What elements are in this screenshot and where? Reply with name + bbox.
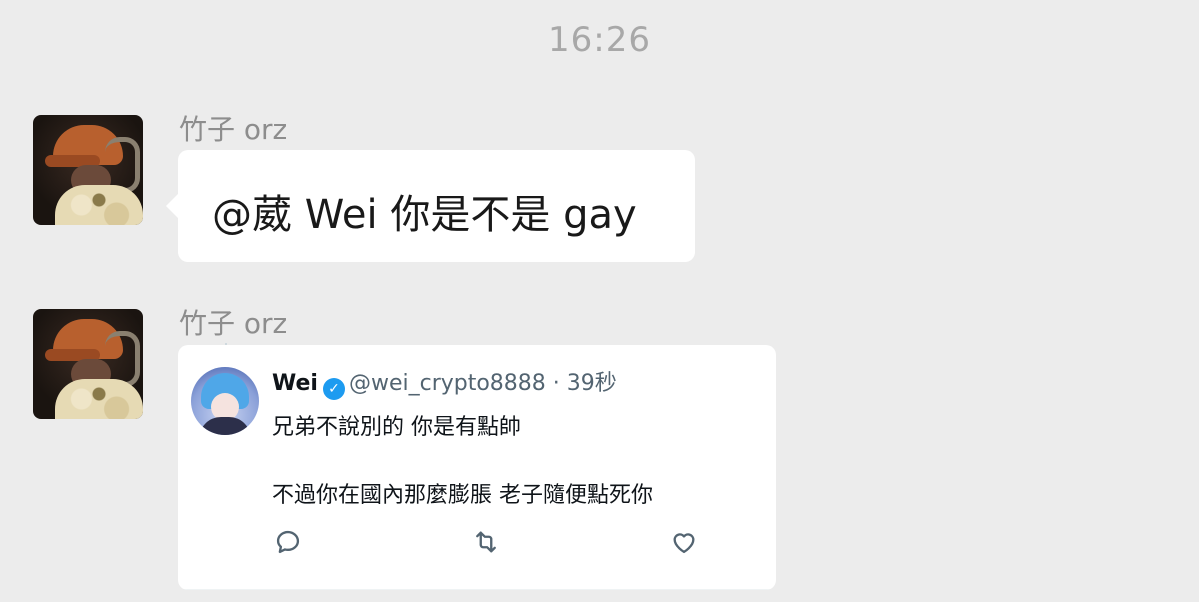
verified-badge-icon: ✓ [322,378,345,400]
sender-name: 竹子 orz [179,307,288,340]
sender-avatar[interactable] [33,115,143,225]
bubble-tail [166,194,178,218]
header-separator: · [552,371,560,396]
message-text: @葳 Wei 你是不是 gay [212,192,637,238]
tweet-author-handle[interactable]: @wei_crypto8888 [349,371,546,396]
tweet-time[interactable]: 39秒 [567,371,617,396]
tweet-text-line: 兄弟不說別的 你是有點帥 [272,415,521,440]
chat-timestamp: 16:26 [548,20,651,60]
like-icon[interactable] [669,528,699,558]
tweet-header: Wei ✓ @wei_crypto8888 · 39秒 [272,370,617,400]
message-bubble[interactable]: @葳 Wei 你是不是 gay [166,150,695,262]
retweet-icon[interactable] [471,528,501,558]
sender-name: 竹子 orz [179,113,288,146]
tweet-author-name[interactable]: Wei [272,371,318,396]
tweet-author-avatar[interactable] [191,367,259,435]
tweet-text-line: 不過你在國內那麼膨脹 老子隨便點死你 [272,483,653,508]
reply-icon[interactable] [273,528,303,558]
sender-avatar[interactable] [33,309,143,419]
card-divider [178,589,776,590]
tweet-card[interactable]: Wei ✓ @wei_crypto8888 · 39秒 兄弟不說別的 你是有點帥 不… [178,345,776,590]
